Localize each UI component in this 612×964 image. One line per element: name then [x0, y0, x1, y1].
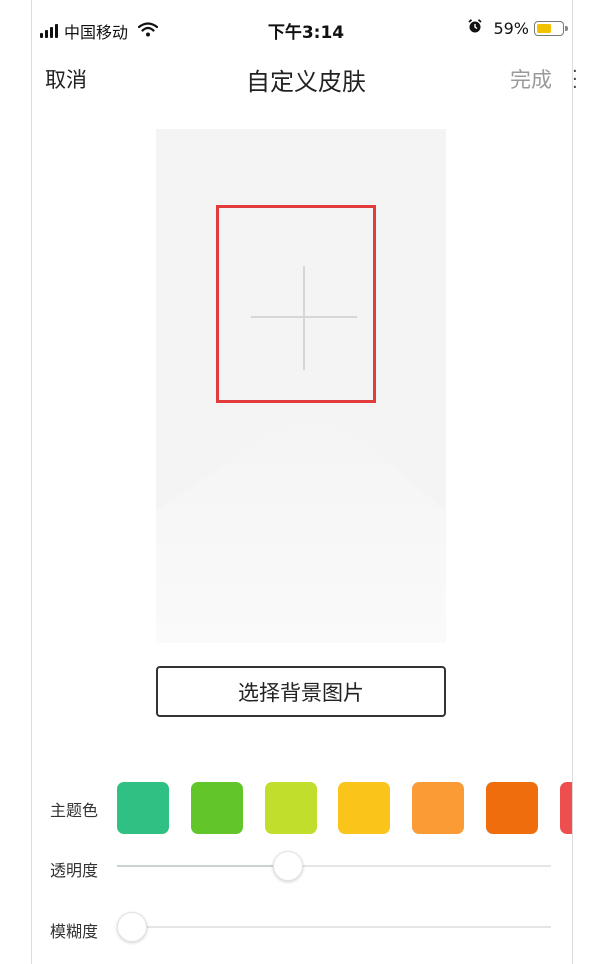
- status-right: 59%: [467, 18, 568, 38]
- opacity-label: 透明度: [50, 861, 99, 880]
- opacity-slider-handle[interactable]: [272, 851, 303, 881]
- battery-percent: 59%: [493, 18, 529, 38]
- opacity-slider-fill: [117, 865, 288, 867]
- theme-color-label: 主题色: [50, 801, 99, 820]
- more-icon: · · ·: [572, 61, 578, 98]
- theme-color-swatch[interactable]: [486, 782, 538, 834]
- theme-color-swatch[interactable]: [265, 782, 317, 834]
- blur-slider-handle[interactable]: [117, 912, 147, 942]
- nav-bar: 取消 自定义皮肤 完成 · · ·: [0, 58, 612, 98]
- blur-slider[interactable]: [117, 926, 551, 928]
- preview-decoration: [156, 403, 446, 643]
- done-button[interactable]: 完成: [510, 64, 552, 94]
- page-edge-right: [572, 0, 573, 964]
- battery-fill: [537, 23, 551, 33]
- alarm-icon: [467, 18, 483, 38]
- theme-color-swatch[interactable]: [338, 782, 390, 834]
- battery-icon: [534, 20, 568, 36]
- status-bar: 中国移动 下午3:14 59%: [0, 0, 612, 58]
- theme-color-swatch[interactable]: [191, 782, 243, 834]
- opacity-slider[interactable]: [117, 865, 551, 867]
- page-edge-left: [31, 0, 32, 964]
- add-image-button[interactable]: [216, 205, 376, 403]
- select-background-button[interactable]: 选择背景图片: [156, 666, 446, 717]
- theme-color-swatch[interactable]: [412, 782, 464, 834]
- theme-color-swatch[interactable]: [560, 782, 572, 834]
- blur-label: 模糊度: [50, 922, 99, 941]
- plus-icon-vertical: [303, 266, 305, 370]
- theme-color-swatch[interactable]: [117, 782, 169, 834]
